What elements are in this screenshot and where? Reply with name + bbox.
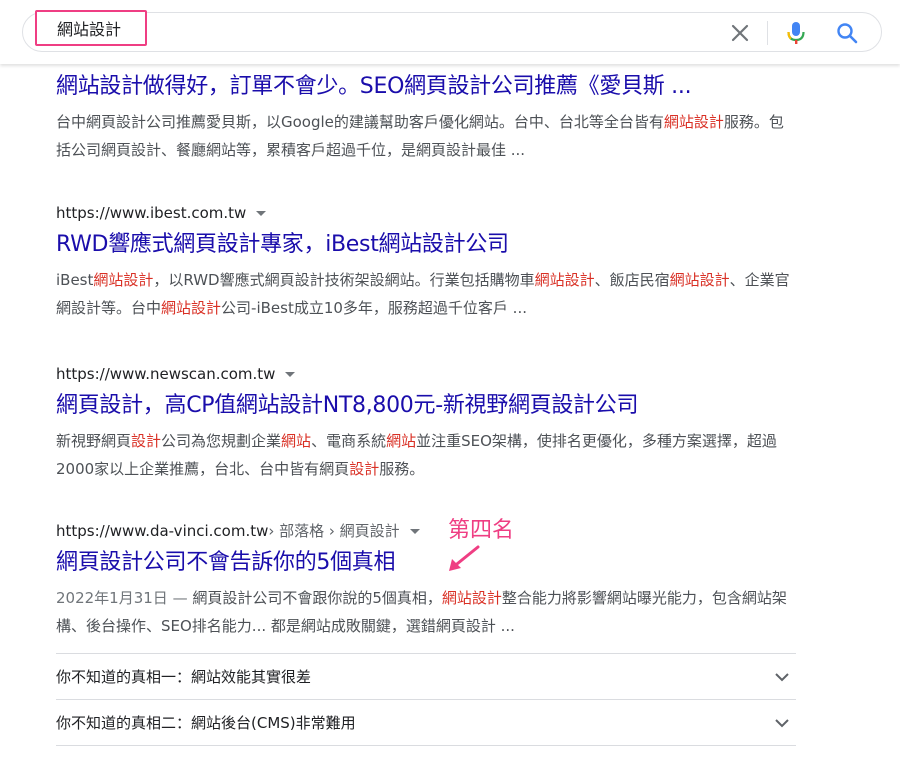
snippet-keyword: 網站設計 [534, 271, 595, 289]
result-title-link[interactable]: 網頁設計公司不會告訴你的5個真相 [56, 548, 796, 578]
result-menu-arrow-icon[interactable] [256, 210, 267, 216]
result-snippet: 新視野網頁設計公司為您規劃企業網站、電商系統網站並注重SEO架構，使排名更優化，… [56, 427, 796, 483]
snippet-text: 網頁設計公司不會跟你說的5個真相， [192, 589, 442, 607]
search-result: https://www.ibest.com.tw RWD響應式網頁設計專家，iB… [56, 203, 796, 322]
search-icon [837, 23, 858, 44]
snippet-text: 台中網頁設計公司推薦愛貝斯，以Google的建議幫助客戶優化網站。台中、台北等全… [56, 113, 664, 131]
result-title-link[interactable]: RWD響應式網頁設計專家，iBest網站設計公司 [56, 230, 796, 260]
snippet-text: 、電商系統 [311, 432, 387, 450]
result-date: 2022年1月31日 — [56, 589, 193, 607]
search-submit-button[interactable] [835, 21, 859, 45]
search-input[interactable] [35, 10, 147, 46]
snippet-keyword: 網站 [281, 432, 312, 450]
snippet-keyword: 設計 [131, 432, 162, 450]
search-result: https://www.newscan.com.tw 網頁設計，高CP值網站設計… [56, 364, 796, 483]
search-result: 網站設計做得好，訂單不會少。SEO網頁設計公司推薦《愛貝斯 ... 台中網頁設計… [56, 65, 796, 164]
faq-question: 你不知道的真相二：網站後台(CMS)非常難用 [56, 714, 356, 732]
snippet-text: 、飯店民宿 [594, 271, 670, 289]
snippet-keyword: 網站設計 [441, 589, 502, 607]
result-url-text: https://www.ibest.com.tw [56, 204, 247, 222]
search-box [22, 10, 882, 52]
result-title-link[interactable]: 網頁設計，高CP值網站設計NT8,800元-新視野網頁設計公司 [56, 391, 796, 421]
result-breadcrumb: › 部落格 › 網頁設計 [268, 522, 400, 540]
faq-list: 你不知道的真相一：網站效能其實很差 你不知道的真相二：網站後台(CMS)非常難用 [56, 653, 796, 746]
result-url: https://www.newscan.com.tw [56, 364, 796, 384]
snippet-keyword: 網站設計 [663, 113, 724, 131]
clear-search-button[interactable] [729, 22, 751, 44]
result-url: https://www.da-vinci.com.tw › 部落格 › 網頁設計 [56, 521, 796, 541]
close-icon [731, 24, 749, 42]
snippet-keyword: 網站設計 [161, 299, 222, 317]
snippet-text: 新視野網頁 [56, 432, 132, 450]
faq-question: 你不知道的真相一：網站效能其實很差 [56, 668, 312, 686]
snippet-text: ，以RWD響應式網頁設計技術架設網站。行業包括購物車 [153, 271, 535, 289]
annotation-arrow-icon [449, 545, 480, 571]
result-url-text: https://www.da-vinci.com.tw [56, 522, 269, 540]
search-header [0, 0, 900, 64]
result-title-link[interactable]: 網站設計做得好，訂單不會少。SEO網頁設計公司推薦《愛貝斯 ... [56, 72, 796, 102]
search-divider [767, 21, 768, 45]
result-url-text: https://www.newscan.com.tw [56, 365, 276, 383]
result-snippet: 2022年1月31日 — 網頁設計公司不會跟你說的5個真相，網站設計整合能力將影… [56, 584, 796, 640]
search-result: https://www.da-vinci.com.tw › 部落格 › 網頁設計… [56, 521, 796, 640]
chevron-down-icon [775, 672, 789, 681]
snippet-keyword: 網站設計 [93, 271, 154, 289]
snippet-text: iBest [56, 271, 94, 289]
result-snippet: iBest網站設計，以RWD響應式網頁設計技術架設網站。行業包括購物車網站設計、… [56, 266, 796, 322]
snippet-keyword: 網站 [386, 432, 417, 450]
result-url: https://www.ibest.com.tw [56, 203, 796, 223]
snippet-keyword: 網站設計 [669, 271, 730, 289]
snippet-text: 公司為您規劃企業 [161, 432, 282, 450]
faq-item[interactable]: 你不知道的真相一：網站效能其實很差 [56, 653, 796, 699]
snippet-text: 公司-iBest成立10多年，服務超過千位客戶 ... [221, 299, 527, 317]
rank-annotation-label: 第四名 [448, 518, 515, 543]
snippet-text: 服務。 [379, 460, 425, 478]
result-menu-arrow-icon[interactable] [409, 528, 420, 534]
faq-item[interactable]: 你不知道的真相二：網站後台(CMS)非常難用 [56, 699, 796, 746]
voice-search-button[interactable] [785, 20, 807, 46]
result-menu-arrow-icon[interactable] [285, 371, 296, 377]
result-snippet: 台中網頁設計公司推薦愛貝斯，以Google的建議幫助客戶優化網站。台中、台北等全… [56, 108, 796, 164]
chevron-down-icon [775, 718, 789, 727]
snippet-keyword: 設計 [349, 460, 380, 478]
microphone-icon [787, 22, 805, 44]
